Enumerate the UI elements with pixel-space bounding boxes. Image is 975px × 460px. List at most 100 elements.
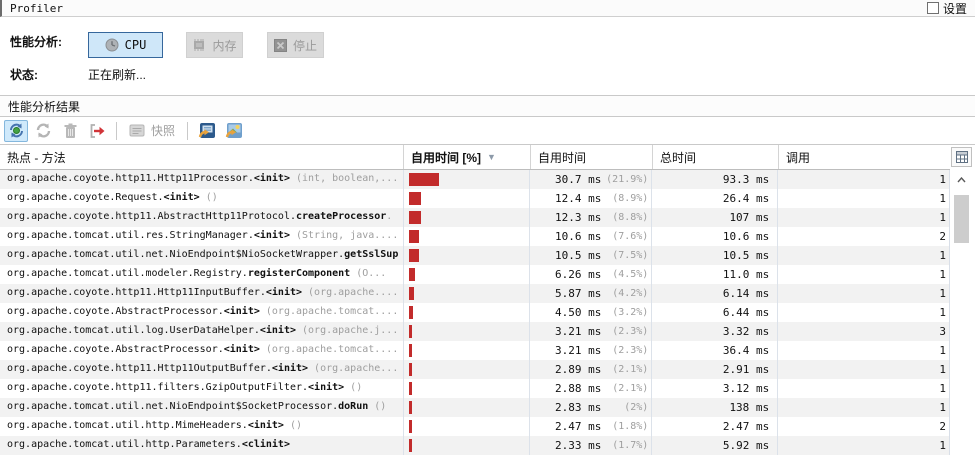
selftime-value: 4.50 ms — [530, 306, 601, 319]
clock-icon — [105, 38, 119, 52]
selftime-bar — [409, 211, 421, 224]
scrollbar-thumb[interactable] — [954, 195, 969, 243]
table-row[interactable]: org.apache.coyote.AbstractProcessor.<ini… — [0, 303, 949, 322]
table-row[interactable]: org.apache.tomcat.util.net.NioEndpoint$S… — [0, 398, 949, 417]
method-args: () — [368, 401, 386, 412]
totaltime-value: 3.12 ms — [651, 379, 777, 398]
column-picker-button[interactable] — [951, 147, 972, 167]
stop-x-icon — [274, 39, 287, 52]
method-args: (org.apache.tomcat.... — [260, 306, 398, 317]
table-row[interactable]: org.apache.tomcat.util.log.UserDataHelpe… — [0, 322, 949, 341]
invocations-value: 2 — [777, 227, 949, 246]
table-row[interactable]: org.apache.coyote.http11.Http11InputBuff… — [0, 284, 949, 303]
column-header-method[interactable]: 热点 - 方法 — [0, 145, 403, 169]
table-row[interactable]: org.apache.coyote.Request.<init> () 12.4… — [0, 189, 949, 208]
selftime-value: 3.21 ms — [530, 325, 601, 338]
auto-refresh-toggle-button[interactable] — [4, 120, 28, 142]
method-package: org.apache.tomcat.util.net.NioEndpoint$N… — [7, 249, 344, 260]
method-args: . — [386, 211, 392, 222]
totaltime-value: 10.5 ms — [651, 246, 777, 265]
memory-profile-button[interactable]: 内存 — [186, 32, 243, 58]
table-row[interactable]: org.apache.coyote.http11.filters.GzipOut… — [0, 379, 949, 398]
thread-dump-button[interactable] — [85, 120, 109, 142]
method-name: <init> — [308, 382, 344, 393]
method-package: org.apache.tomcat.util.net.NioEndpoint$S… — [7, 401, 338, 412]
selftime-bar — [409, 268, 415, 281]
method-args: () — [284, 420, 302, 431]
method-name: createProcessor — [296, 211, 386, 222]
table-row[interactable]: org.apache.tomcat.util.http.MimeHeaders.… — [0, 417, 949, 436]
vertical-scrollbar[interactable] — [953, 172, 970, 458]
save-image-button[interactable] — [222, 120, 246, 142]
column-header-total-time[interactable]: 总时间 — [652, 145, 778, 169]
toolbar-separator — [187, 122, 188, 140]
invocations-value: 2 — [777, 417, 949, 436]
column-header-invocations[interactable]: 调用 — [778, 145, 950, 169]
selftime-value: 12.4 ms — [530, 192, 601, 205]
table-row[interactable]: org.apache.coyote.http11.Http11Processor… — [0, 170, 949, 189]
results-section-title: 性能分析结果 — [8, 98, 80, 115]
selftime-pct: (8.9%) — [601, 193, 648, 204]
refresh-icon — [35, 122, 52, 139]
memory-chip-icon — [192, 39, 206, 51]
column-header-self-time[interactable]: 自用时间 — [530, 145, 652, 169]
window-title: Profiler — [10, 2, 63, 15]
export-data-icon — [198, 122, 216, 140]
selftime-bar — [409, 173, 439, 186]
settings-label: 设置 — [943, 0, 967, 17]
results-toolbar: 快照 — [0, 117, 975, 145]
stop-button[interactable]: 停止 — [267, 32, 324, 58]
method-args: (org.apache... — [308, 363, 398, 374]
cpu-profile-button[interactable]: CPU — [88, 32, 163, 58]
results-section-header: 性能分析结果 — [0, 95, 975, 117]
totaltime-value: 3.32 ms — [651, 322, 777, 341]
invocations-value: 1 — [777, 436, 949, 455]
selftime-pct: (2%) — [601, 402, 648, 413]
status-value: 正在刷新... — [88, 66, 146, 83]
table-row[interactable]: org.apache.coyote.AbstractProcessor.<ini… — [0, 341, 949, 360]
totaltime-value: 6.44 ms — [651, 303, 777, 322]
totaltime-value: 2.47 ms — [651, 417, 777, 436]
method-package: org.apache.coyote.http11.filters.GzipOut… — [7, 382, 308, 393]
selftime-bar — [409, 192, 421, 205]
selftime-bar — [409, 420, 412, 433]
table-row[interactable]: org.apache.tomcat.util.net.NioEndpoint$N… — [0, 246, 949, 265]
table-row[interactable]: org.apache.tomcat.util.modeler.Registry.… — [0, 265, 949, 284]
chevron-up-icon — [957, 177, 966, 183]
invocations-value: 3 — [777, 322, 949, 341]
hotspots-table: 热点 - 方法 自用时间 [%] ▼ 自用时间 总时间 调用 org.apach… — [0, 145, 975, 459]
table-row[interactable]: org.apache.coyote.http11.Http11OutputBuf… — [0, 360, 949, 379]
selftime-bar — [409, 306, 413, 319]
status-label: 状态: — [10, 66, 38, 83]
selftime-pct: (2.3%) — [601, 326, 648, 337]
selftime-pct: (4.5%) — [601, 269, 648, 280]
table-row[interactable]: org.apache.tomcat.util.res.StringManager… — [0, 227, 949, 246]
totaltime-value: 10.6 ms — [651, 227, 777, 246]
invocations-value: 1 — [777, 189, 949, 208]
table-row[interactable]: org.apache.tomcat.util.http.Parameters.<… — [0, 436, 949, 455]
selftime-pct: (4.2%) — [601, 288, 648, 299]
column-header-self-pct[interactable]: 自用时间 [%] ▼ — [403, 145, 530, 169]
method-package: org.apache.tomcat.util.modeler.Registry. — [7, 268, 248, 279]
selftime-value: 2.88 ms — [530, 382, 601, 395]
delete-results-button[interactable] — [58, 120, 82, 142]
totaltime-value: 36.4 ms — [651, 341, 777, 360]
invocations-value: 1 — [777, 246, 949, 265]
selftime-value: 2.89 ms — [530, 363, 601, 376]
refresh-button[interactable] — [31, 120, 55, 142]
export-data-button[interactable] — [195, 120, 219, 142]
table-row[interactable]: org.apache.coyote.http11.AbstractHttp11P… — [0, 208, 949, 227]
method-package: org.apache.coyote.AbstractProcessor. — [7, 344, 224, 355]
selftime-bar — [409, 230, 419, 243]
selftime-pct: (21.9%) — [601, 174, 648, 185]
method-package: org.apache.coyote.http11.Http11Processor… — [7, 173, 254, 184]
method-package: org.apache.coyote.AbstractProcessor. — [7, 306, 224, 317]
settings-checkbox[interactable] — [927, 2, 939, 14]
method-package: org.apache.coyote.http11.AbstractHttp11P… — [7, 211, 296, 222]
method-package: org.apache.tomcat.util.http.Parameters. — [7, 439, 242, 450]
scroll-up-button[interactable] — [953, 172, 970, 188]
settings-toggle[interactable]: 设置 — [927, 0, 967, 17]
snapshot-button[interactable]: 快照 — [124, 120, 180, 142]
method-package: org.apache.tomcat.util.http.MimeHeaders. — [7, 420, 248, 431]
invocations-value: 1 — [777, 284, 949, 303]
